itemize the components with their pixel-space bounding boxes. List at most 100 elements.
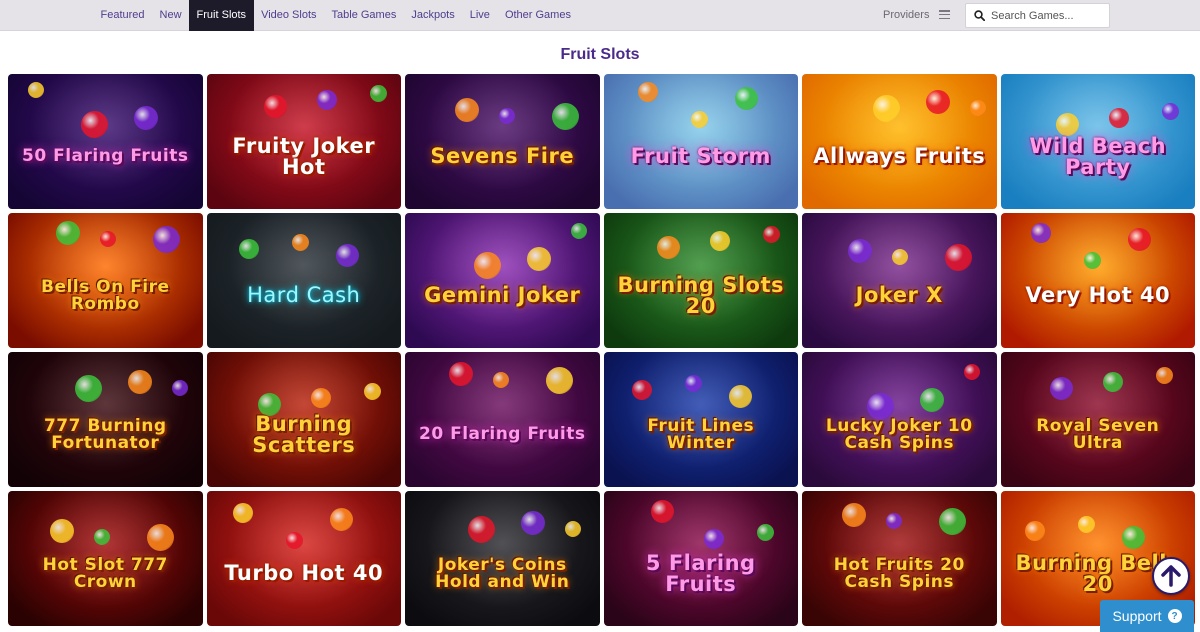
game-tile[interactable]: 777 Burning Fortunator	[8, 352, 203, 487]
game-tile[interactable]: Wild Beach Party	[1000, 74, 1195, 209]
game-tile[interactable]: Hot Slot 777 Crown	[8, 491, 203, 626]
game-art-decoration	[1055, 113, 1079, 136]
game-tile[interactable]: 5 Flaring Fruits	[603, 491, 798, 626]
game-title: Gemini Joker	[424, 283, 581, 307]
game-art-decoration	[1155, 367, 1173, 384]
game-title: Royal Seven Ultra	[1036, 415, 1160, 453]
game-art-decoration	[709, 231, 730, 251]
game-tile[interactable]: Sevens Fire	[405, 74, 600, 209]
providers-button[interactable]: Providers	[883, 0, 929, 31]
game-art-decoration	[964, 364, 980, 380]
game-art-decoration	[842, 503, 866, 527]
nav-item-jackpots[interactable]: Jackpots	[404, 0, 462, 31]
game-tile[interactable]: Fruit Lines Winter	[603, 352, 798, 487]
hamburger-menu-icon[interactable]	[939, 10, 950, 20]
game-art-decoration	[316, 90, 337, 110]
game-art-decoration	[1024, 521, 1045, 541]
nav-item-fruit-slots[interactable]: Fruit Slots	[189, 0, 254, 31]
game-art-decoration	[650, 500, 674, 523]
game-art-decoration	[886, 513, 902, 529]
game-art-decoration	[848, 239, 872, 263]
search-input[interactable]	[991, 9, 1101, 22]
game-art-decoration	[335, 244, 359, 267]
game-art-decoration	[238, 239, 259, 259]
game-title: Sevens Fire	[430, 144, 575, 168]
game-art-decoration	[521, 511, 545, 535]
game-tile[interactable]: Lucky Joker 10 Cash Spins	[802, 352, 997, 487]
scroll-to-top-button[interactable]	[1152, 557, 1190, 595]
game-art-decoration	[50, 519, 74, 543]
game-tile[interactable]: Bells On Fire Rombo	[8, 213, 203, 348]
game-art-decoration	[134, 106, 158, 130]
game-art-decoration	[455, 98, 479, 122]
game-art-decoration	[939, 508, 966, 535]
game-tile[interactable]: Burning Slots 20	[603, 213, 798, 348]
game-art-decoration	[468, 516, 495, 543]
nav-item-video-slots[interactable]: Video Slots	[254, 0, 324, 31]
game-tile[interactable]: Turbo Hot 40	[206, 491, 401, 626]
search-box[interactable]	[965, 3, 1110, 28]
game-tile[interactable]: Very Hot 40	[1000, 213, 1195, 348]
nav-item-other-games[interactable]: Other Games	[497, 0, 578, 31]
game-art-decoration	[690, 111, 708, 128]
game-art-decoration	[1049, 377, 1073, 400]
game-title: Fruity Joker Hot	[232, 133, 376, 179]
support-button[interactable]: Support ?	[1100, 600, 1194, 632]
game-tile[interactable]: 50 Flaring Fruits	[8, 74, 203, 209]
category-nav: Featured New Fruit Slots Video Slots Table G…	[93, 0, 578, 31]
game-title: 5 Flaring Fruits	[645, 550, 756, 596]
game-grid: 50 Flaring Fruits Fruity Joker Hot Sevens …	[8, 74, 1195, 626]
game-art-decoration	[1121, 526, 1145, 549]
game-tile[interactable]: Burning Scatters	[206, 352, 401, 487]
game-tile[interactable]: Hot Fruits 20 Cash Spins	[802, 491, 997, 626]
game-title: Joker's Coins Hold and Win	[435, 554, 570, 592]
game-tile[interactable]: Hard Cash	[206, 213, 401, 348]
game-art-decoration	[756, 524, 774, 541]
nav-item-new[interactable]: New	[152, 0, 189, 31]
game-tile[interactable]: 20 Flaring Fruits	[405, 352, 600, 487]
arrow-up-icon	[1161, 565, 1181, 587]
game-title: 20 Flaring Fruits	[419, 424, 586, 444]
game-tile[interactable]: Fruit Storm	[603, 74, 798, 209]
game-tile[interactable]: Fruity Joker Hot	[206, 74, 401, 209]
game-art-decoration	[474, 252, 501, 279]
game-art-decoration	[565, 521, 581, 537]
support-label: Support	[1112, 608, 1162, 624]
game-art-decoration	[892, 249, 908, 265]
game-art-decoration	[631, 380, 652, 400]
game-art-decoration	[684, 375, 702, 392]
game-art-decoration	[920, 388, 944, 412]
game-tile[interactable]: Joker's Coins Hold and Win	[405, 491, 600, 626]
game-art-decoration	[1077, 516, 1095, 533]
game-tile[interactable]: Gemini Joker	[405, 213, 600, 348]
game-art-decoration	[1102, 372, 1123, 392]
game-art-decoration	[100, 231, 116, 247]
top-navigation-bar: Featured New Fruit Slots Video Slots Table G…	[0, 0, 1200, 31]
game-art-decoration	[1127, 228, 1151, 251]
game-title: 777 Burning Fortunator	[43, 415, 167, 453]
game-tile[interactable]: Allways Fruits	[802, 74, 997, 209]
game-title: Burning Scatters	[252, 411, 356, 457]
game-art-decoration	[945, 244, 972, 271]
game-art-decoration	[637, 82, 658, 102]
game-title: Burning Slots 20	[617, 272, 785, 318]
game-art-decoration	[734, 87, 758, 110]
game-art-decoration	[153, 226, 180, 253]
game-art-decoration	[1030, 223, 1051, 243]
game-title: Allways Fruits	[813, 144, 986, 168]
game-art-decoration	[926, 90, 950, 114]
game-tile[interactable]: Joker X	[802, 213, 997, 348]
game-art-decoration	[369, 85, 387, 102]
game-art-decoration	[552, 103, 579, 130]
game-art-decoration	[310, 388, 331, 408]
game-art-decoration	[970, 100, 986, 116]
game-art-decoration	[232, 503, 253, 523]
game-title: Bells On Fire Rombo	[40, 276, 170, 314]
game-art-decoration	[128, 370, 152, 394]
game-art-decoration	[363, 383, 381, 400]
game-title: Fruit Storm	[630, 144, 771, 168]
nav-item-featured[interactable]: Featured	[93, 0, 152, 31]
nav-item-table-games[interactable]: Table Games	[324, 0, 404, 31]
nav-item-live[interactable]: Live	[462, 0, 497, 31]
game-tile[interactable]: Royal Seven Ultra	[1000, 352, 1195, 487]
